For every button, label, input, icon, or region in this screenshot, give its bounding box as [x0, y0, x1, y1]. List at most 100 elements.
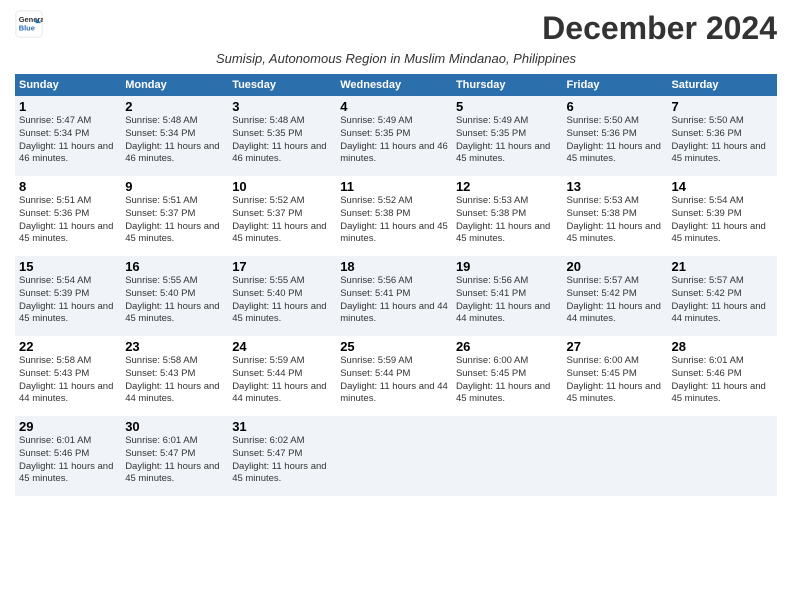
calendar-cell: 18 Sunrise: 5:56 AMSunset: 5:41 PMDaylig… — [336, 256, 452, 336]
day-number: 4 — [340, 99, 448, 114]
day-number: 26 — [456, 339, 559, 354]
calendar-table: Sunday Monday Tuesday Wednesday Thursday… — [15, 74, 777, 496]
day-number: 24 — [232, 339, 332, 354]
calendar-cell: 12 Sunrise: 5:53 AMSunset: 5:38 PMDaylig… — [452, 176, 563, 256]
day-info: Sunrise: 5:59 AMSunset: 5:44 PMDaylight:… — [232, 355, 326, 404]
calendar-cell: 28 Sunrise: 6:01 AMSunset: 5:46 PMDaylig… — [667, 336, 777, 416]
calendar-cell: 25 Sunrise: 5:59 AMSunset: 5:44 PMDaylig… — [336, 336, 452, 416]
day-info: Sunrise: 5:53 AMSunset: 5:38 PMDaylight:… — [456, 195, 550, 244]
day-number: 12 — [456, 179, 559, 194]
day-info: Sunrise: 6:00 AMSunset: 5:45 PMDaylight:… — [567, 355, 661, 404]
calendar-cell: 27 Sunrise: 6:00 AMSunset: 5:45 PMDaylig… — [563, 336, 668, 416]
day-info: Sunrise: 5:50 AMSunset: 5:36 PMDaylight:… — [567, 115, 661, 164]
day-number: 21 — [671, 259, 773, 274]
day-info: Sunrise: 5:58 AMSunset: 5:43 PMDaylight:… — [19, 355, 113, 404]
day-number: 6 — [567, 99, 664, 114]
day-info: Sunrise: 5:51 AMSunset: 5:37 PMDaylight:… — [125, 195, 219, 244]
calendar-cell — [667, 416, 777, 496]
calendar-cell: 29 Sunrise: 6:01 AMSunset: 5:46 PMDaylig… — [15, 416, 121, 496]
calendar-cell: 1 Sunrise: 5:47 AMSunset: 5:34 PMDayligh… — [15, 96, 121, 176]
day-number: 1 — [19, 99, 117, 114]
calendar-cell: 3 Sunrise: 5:48 AMSunset: 5:35 PMDayligh… — [228, 96, 336, 176]
day-info: Sunrise: 5:56 AMSunset: 5:41 PMDaylight:… — [340, 275, 448, 324]
calendar-cell: 11 Sunrise: 5:52 AMSunset: 5:38 PMDaylig… — [336, 176, 452, 256]
calendar-cell: 9 Sunrise: 5:51 AMSunset: 5:37 PMDayligh… — [121, 176, 228, 256]
day-number: 5 — [456, 99, 559, 114]
day-number: 14 — [671, 179, 773, 194]
day-info: Sunrise: 5:57 AMSunset: 5:42 PMDaylight:… — [567, 275, 661, 324]
month-title: December 2024 — [542, 10, 777, 47]
calendar-row-4: 22 Sunrise: 5:58 AMSunset: 5:43 PMDaylig… — [15, 336, 777, 416]
day-info: Sunrise: 5:51 AMSunset: 5:36 PMDaylight:… — [19, 195, 113, 244]
calendar-cell: 8 Sunrise: 5:51 AMSunset: 5:36 PMDayligh… — [15, 176, 121, 256]
header-wednesday: Wednesday — [336, 74, 452, 96]
day-info: Sunrise: 5:56 AMSunset: 5:41 PMDaylight:… — [456, 275, 550, 324]
header-friday: Friday — [563, 74, 668, 96]
header-thursday: Thursday — [452, 74, 563, 96]
day-info: Sunrise: 6:01 AMSunset: 5:47 PMDaylight:… — [125, 435, 219, 484]
day-number: 28 — [671, 339, 773, 354]
day-number: 7 — [671, 99, 773, 114]
day-number: 29 — [19, 419, 117, 434]
day-number: 15 — [19, 259, 117, 274]
day-number: 19 — [456, 259, 559, 274]
header-tuesday: Tuesday — [228, 74, 336, 96]
calendar-cell: 15 Sunrise: 5:54 AMSunset: 5:39 PMDaylig… — [15, 256, 121, 336]
calendar-cell: 10 Sunrise: 5:52 AMSunset: 5:37 PMDaylig… — [228, 176, 336, 256]
calendar-row-3: 15 Sunrise: 5:54 AMSunset: 5:39 PMDaylig… — [15, 256, 777, 336]
day-number: 11 — [340, 179, 448, 194]
day-info: Sunrise: 5:49 AMSunset: 5:35 PMDaylight:… — [340, 115, 448, 164]
day-info: Sunrise: 5:52 AMSunset: 5:38 PMDaylight:… — [340, 195, 448, 244]
day-number: 17 — [232, 259, 332, 274]
calendar-cell: 2 Sunrise: 5:48 AMSunset: 5:34 PMDayligh… — [121, 96, 228, 176]
calendar-cell: 31 Sunrise: 6:02 AMSunset: 5:47 PMDaylig… — [228, 416, 336, 496]
day-info: Sunrise: 5:52 AMSunset: 5:37 PMDaylight:… — [232, 195, 326, 244]
calendar-cell — [563, 416, 668, 496]
day-number: 20 — [567, 259, 664, 274]
day-number: 22 — [19, 339, 117, 354]
day-info: Sunrise: 6:00 AMSunset: 5:45 PMDaylight:… — [456, 355, 550, 404]
day-info: Sunrise: 6:01 AMSunset: 5:46 PMDaylight:… — [19, 435, 113, 484]
day-number: 10 — [232, 179, 332, 194]
calendar-cell: 22 Sunrise: 5:58 AMSunset: 5:43 PMDaylig… — [15, 336, 121, 416]
day-info: Sunrise: 5:55 AMSunset: 5:40 PMDaylight:… — [125, 275, 219, 324]
calendar-cell: 30 Sunrise: 6:01 AMSunset: 5:47 PMDaylig… — [121, 416, 228, 496]
calendar-cell: 13 Sunrise: 5:53 AMSunset: 5:38 PMDaylig… — [563, 176, 668, 256]
calendar-cell — [452, 416, 563, 496]
calendar-cell: 19 Sunrise: 5:56 AMSunset: 5:41 PMDaylig… — [452, 256, 563, 336]
day-number: 30 — [125, 419, 224, 434]
day-info: Sunrise: 5:48 AMSunset: 5:35 PMDaylight:… — [232, 115, 326, 164]
calendar-row-2: 8 Sunrise: 5:51 AMSunset: 5:36 PMDayligh… — [15, 176, 777, 256]
day-info: Sunrise: 5:47 AMSunset: 5:34 PMDaylight:… — [19, 115, 113, 164]
header-saturday: Saturday — [667, 74, 777, 96]
day-info: Sunrise: 5:53 AMSunset: 5:38 PMDaylight:… — [567, 195, 661, 244]
day-info: Sunrise: 5:58 AMSunset: 5:43 PMDaylight:… — [125, 355, 219, 404]
day-number: 27 — [567, 339, 664, 354]
day-number: 13 — [567, 179, 664, 194]
calendar-cell: 14 Sunrise: 5:54 AMSunset: 5:39 PMDaylig… — [667, 176, 777, 256]
day-info: Sunrise: 5:50 AMSunset: 5:36 PMDaylight:… — [671, 115, 765, 164]
day-info: Sunrise: 5:48 AMSunset: 5:34 PMDaylight:… — [125, 115, 219, 164]
day-number: 3 — [232, 99, 332, 114]
calendar-cell: 24 Sunrise: 5:59 AMSunset: 5:44 PMDaylig… — [228, 336, 336, 416]
page-header: General Blue December 2024 — [15, 10, 777, 47]
day-number: 16 — [125, 259, 224, 274]
calendar-cell: 4 Sunrise: 5:49 AMSunset: 5:35 PMDayligh… — [336, 96, 452, 176]
header-sunday: Sunday — [15, 74, 121, 96]
calendar-cell: 20 Sunrise: 5:57 AMSunset: 5:42 PMDaylig… — [563, 256, 668, 336]
calendar-cell: 6 Sunrise: 5:50 AMSunset: 5:36 PMDayligh… — [563, 96, 668, 176]
day-number: 9 — [125, 179, 224, 194]
day-number: 18 — [340, 259, 448, 274]
day-number: 31 — [232, 419, 332, 434]
page-subtitle: Sumisip, Autonomous Region in Muslim Min… — [15, 51, 777, 66]
calendar-cell: 23 Sunrise: 5:58 AMSunset: 5:43 PMDaylig… — [121, 336, 228, 416]
svg-text:Blue: Blue — [19, 24, 35, 33]
day-info: Sunrise: 6:02 AMSunset: 5:47 PMDaylight:… — [232, 435, 326, 484]
calendar-cell: 7 Sunrise: 5:50 AMSunset: 5:36 PMDayligh… — [667, 96, 777, 176]
day-number: 2 — [125, 99, 224, 114]
calendar-cell: 26 Sunrise: 6:00 AMSunset: 5:45 PMDaylig… — [452, 336, 563, 416]
header-monday: Monday — [121, 74, 228, 96]
calendar-cell: 17 Sunrise: 5:55 AMSunset: 5:40 PMDaylig… — [228, 256, 336, 336]
calendar-row-1: 1 Sunrise: 5:47 AMSunset: 5:34 PMDayligh… — [15, 96, 777, 176]
day-info: Sunrise: 5:49 AMSunset: 5:35 PMDaylight:… — [456, 115, 550, 164]
